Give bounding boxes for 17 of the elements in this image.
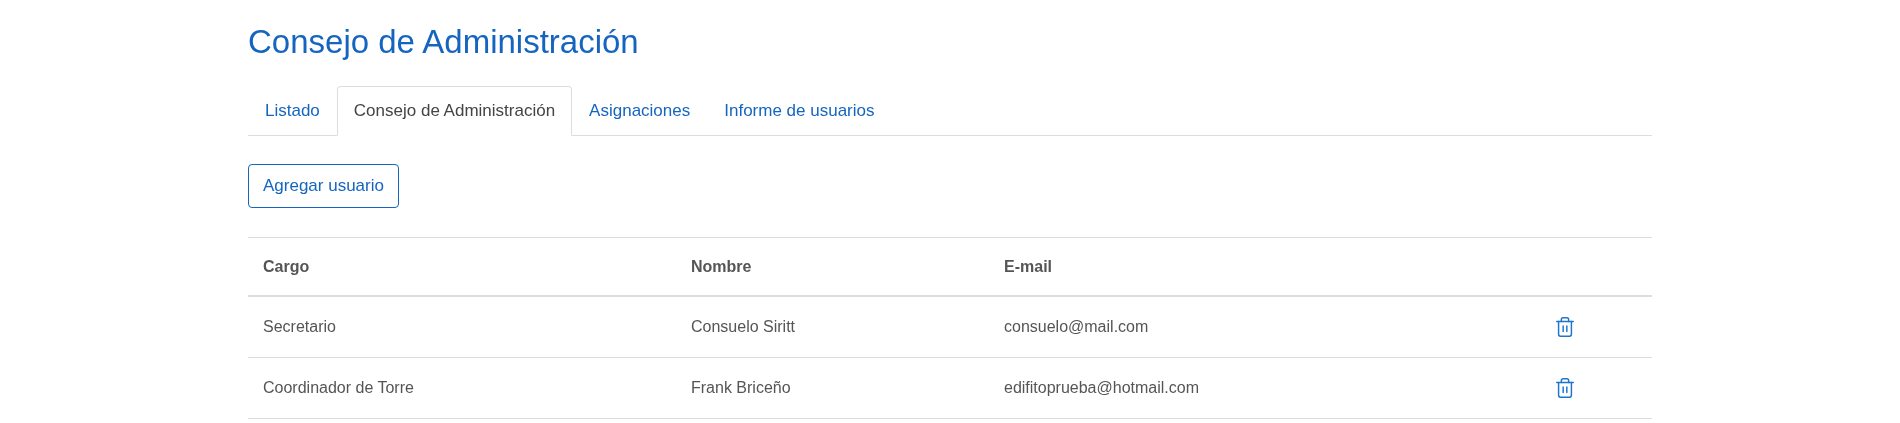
table-cell: Coordinador de Torre	[263, 379, 414, 396]
tab[interactable]: Informe de usuarios	[707, 86, 892, 135]
table-cell: consuelo@mail.com	[1004, 318, 1149, 335]
delete-icon[interactable]	[1554, 376, 1576, 400]
page-title: Consejo de Administración	[248, 22, 639, 62]
add-user-button[interactable]: Agregar usuario	[248, 164, 399, 208]
column-header: Cargo	[263, 257, 310, 275]
table-cell: Frank Briceño	[691, 379, 791, 396]
column-header: E-mail	[1004, 257, 1052, 275]
tab[interactable]: Consejo de Administración	[336, 86, 573, 136]
column-header: Nombre	[691, 257, 752, 275]
delete-icon[interactable]	[1554, 315, 1576, 339]
tab[interactable]: Listado	[248, 86, 337, 135]
table-cell: edifitoprueba@hotmail.com	[1004, 379, 1199, 396]
table-cell: Consuelo Siritt	[691, 318, 796, 335]
table-cell: Secretario	[263, 318, 336, 335]
tab[interactable]: Asignaciones	[572, 86, 708, 135]
